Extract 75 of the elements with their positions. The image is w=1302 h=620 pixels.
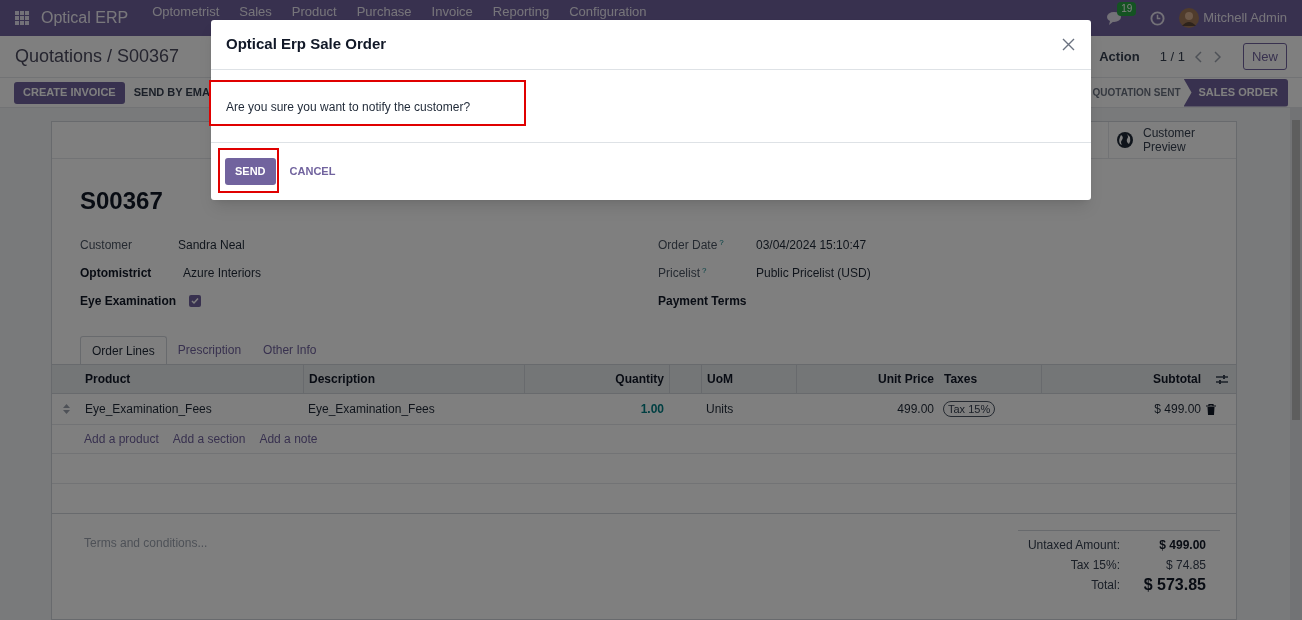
- column-header[interactable]: Description: [303, 365, 524, 393]
- add-line-link[interactable]: Add a product: [84, 430, 159, 448]
- field-label: Payment Terms: [658, 293, 748, 310]
- table-cell-text: Units: [705, 401, 735, 418]
- message-count-badge: 19: [1117, 1, 1137, 16]
- dialog-title: Optical Erp Sale Order: [226, 34, 387, 55]
- field-value[interactable]: 03/04/2024 15:10:47: [756, 236, 867, 254]
- help-mark[interactable]: ?: [702, 266, 707, 275]
- total-label: Untaxed Amount:: [1027, 537, 1120, 554]
- help-mark[interactable]: ?: [719, 238, 724, 247]
- new-button[interactable]: New: [1243, 43, 1287, 70]
- form-tab[interactable]: Order Lines: [80, 336, 167, 365]
- next-icon[interactable]: [1213, 50, 1221, 63]
- total-value: $ 74.85: [1164, 557, 1206, 574]
- breadcrumb[interactable]: Quotations / S00367: [15, 43, 180, 70]
- globe-icon: [1117, 132, 1133, 148]
- send-email-button[interactable]: SEND BY EMA: [128, 81, 215, 104]
- menu-item[interactable]: Optometrist: [152, 4, 220, 19]
- column-settings-icon[interactable]: [1216, 373, 1228, 385]
- column-header[interactable]: Unit Price: [796, 365, 939, 393]
- column-header[interactable]: Subtotal: [1041, 365, 1206, 393]
- column-header[interactable]: Quantity: [524, 365, 669, 393]
- field-label: Pricelist $^{?}$: [658, 265, 708, 282]
- drag-handle-icon[interactable]: [62, 404, 70, 414]
- highlight-frame: [218, 148, 279, 193]
- app-name[interactable]: Optical ERP: [41, 6, 129, 30]
- field-label: Order Date $^{?}$: [658, 237, 725, 254]
- table-cell-text: 499.00: [896, 401, 935, 418]
- field-label: Eye Examination: [80, 293, 178, 310]
- field-value[interactable]: Azure Interiors: [183, 264, 262, 282]
- form-tab[interactable]: Other Info: [252, 335, 328, 364]
- trash-icon[interactable]: [1206, 403, 1216, 415]
- check-icon: [191, 297, 199, 305]
- create-invoice-button[interactable]: CREATE INVOICE: [14, 81, 125, 104]
- total-label: Tax 15%:: [1070, 557, 1120, 574]
- total-value: $ 499.00: [1158, 537, 1206, 554]
- total-value: $ 573.85: [1142, 575, 1206, 595]
- table-cell-text: Eye_Examination_Fees: [307, 401, 436, 418]
- send-button[interactable]: SEND: [225, 158, 276, 185]
- action-menu[interactable]: Action: [1099, 46, 1140, 67]
- column-header[interactable]: UoM: [701, 365, 796, 393]
- customer-preview-button[interactable]: Customer Preview: [1108, 122, 1236, 158]
- apps-grid-icon[interactable]: [15, 11, 29, 25]
- status-stage[interactable]: QUOTATION SENT: [1089, 78, 1184, 107]
- close-icon[interactable]: [1062, 38, 1075, 51]
- checkbox[interactable]: [189, 295, 201, 307]
- scrollbar[interactable]: [1290, 108, 1302, 620]
- menu-item[interactable]: Sales: [239, 4, 272, 19]
- record-title: S00367: [80, 187, 163, 214]
- total-label: Total:: [1091, 577, 1120, 594]
- menu-item[interactable]: Configuration: [569, 4, 647, 19]
- field-value[interactable]: Public Pricelist (USD): [756, 264, 871, 282]
- pager-value: 1 / 1: [1159, 47, 1185, 66]
- column-header[interactable]: Product: [80, 365, 303, 393]
- menu-item[interactable]: Purchase: [356, 4, 412, 19]
- add-line-link[interactable]: Add a section: [172, 430, 246, 448]
- add-line-link[interactable]: Add a note: [259, 430, 318, 448]
- form-tab[interactable]: Prescription: [166, 335, 253, 364]
- table-cell-text: $ 499.00: [1153, 401, 1202, 418]
- dialog-message: Are you sure you want to notify the customer?: [226, 100, 471, 114]
- menu-item[interactable]: Reporting: [492, 4, 550, 19]
- user-avatar[interactable]: [1179, 8, 1200, 28]
- field-value[interactable]: Sandra Neal: [178, 236, 245, 254]
- cancel-button[interactable]: CANCEL: [279, 158, 346, 185]
- user-name[interactable]: Mitchell Admin: [1203, 8, 1287, 28]
- table-cell-text: 1.00: [639, 401, 665, 418]
- table-cell-text: Eye_Examination_Fees: [84, 401, 213, 418]
- field-label: Customer: [80, 237, 133, 254]
- column-header[interactable]: Taxes: [939, 365, 1041, 393]
- previous-icon[interactable]: [1195, 50, 1203, 63]
- status-stage[interactable]: SALES ORDER: [1183, 78, 1288, 107]
- field-label: Optomistrict: [80, 265, 153, 282]
- menu-item[interactable]: Invoice: [431, 4, 473, 19]
- clock-icon[interactable]: [1150, 10, 1166, 26]
- menu-item[interactable]: Product: [291, 4, 337, 19]
